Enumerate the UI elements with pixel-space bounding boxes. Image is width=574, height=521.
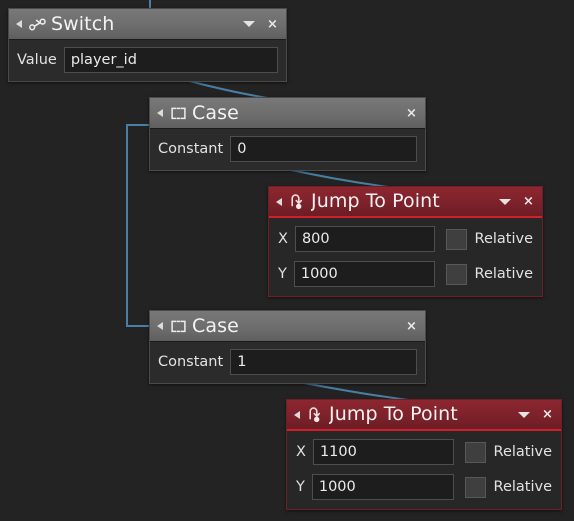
case-bracket-icon (169, 104, 188, 123)
close-icon[interactable]: × (405, 107, 418, 120)
field-label-x: X (296, 444, 306, 460)
node-case-1-title: Case (192, 316, 239, 336)
collapse-triangle-icon[interactable] (157, 322, 163, 330)
node-case-1-body: Constant 1 (150, 342, 425, 383)
field-label-x: X (278, 231, 288, 247)
field-row-y: Y 1000 Relative (278, 261, 533, 287)
node-jump-to-point-0-title: Jump To Point (311, 192, 440, 211)
node-switch-body: Value player_id (9, 40, 286, 81)
y-input[interactable]: 1000 (311, 474, 454, 500)
jump-to-point-icon (288, 192, 307, 211)
field-row-x: X 1100 Relative (296, 439, 552, 465)
relative-x-label: Relative (474, 231, 533, 247)
field-label-constant: Constant (158, 141, 224, 157)
wire-case-0-to-case-1 (126, 124, 149, 327)
chevron-down-icon[interactable] (499, 198, 511, 205)
relative-y-checkbox[interactable] (464, 476, 486, 498)
close-icon[interactable]: × (405, 320, 418, 333)
collapse-triangle-icon[interactable] (157, 109, 163, 117)
node-case-1[interactable]: Case × Constant 1 (149, 310, 426, 384)
constant-input[interactable]: 0 (230, 136, 417, 162)
field-label-value: Value (17, 52, 57, 68)
close-icon[interactable]: × (266, 18, 279, 31)
node-jump-to-point-0-header[interactable]: Jump To Point × (269, 187, 542, 218)
field-label-constant: Constant (158, 354, 224, 370)
chevron-down-icon[interactable] (518, 411, 530, 418)
field-row-value: Value player_id (17, 47, 278, 73)
node-jump-to-point-1-header[interactable]: Jump To Point × (287, 400, 561, 431)
field-row-x: X 800 Relative (278, 226, 533, 252)
node-jump-to-point-1-title: Jump To Point (329, 405, 458, 424)
node-switch-title: Switch (51, 14, 115, 34)
node-case-0[interactable]: Case × Constant 0 (149, 97, 426, 171)
node-switch[interactable]: Switch × Value player_id (8, 8, 287, 82)
node-jump-to-point-1-body: X 1100 Relative Y 1000 Relative (287, 431, 561, 509)
constant-input[interactable]: 1 (230, 349, 417, 375)
close-icon[interactable]: × (522, 195, 535, 208)
x-input[interactable]: 800 (294, 226, 435, 252)
relative-x-label: Relative (493, 444, 552, 460)
y-input[interactable]: 1000 (293, 261, 435, 287)
value-input[interactable]: player_id (63, 47, 278, 73)
node-case-1-header[interactable]: Case × (150, 311, 425, 342)
relative-y-checkbox[interactable] (445, 263, 467, 285)
node-case-0-body: Constant 0 (150, 129, 425, 170)
relative-x-checkbox[interactable] (464, 441, 486, 463)
node-jump-to-point-1[interactable]: Jump To Point × X 1100 Relative Y 1000 R… (286, 399, 562, 510)
switch-icon (28, 15, 47, 34)
node-graph-canvas[interactable]: Switch × Value player_id Case × Constant… (0, 0, 574, 521)
node-jump-to-point-0[interactable]: Jump To Point × X 800 Relative Y 1000 Re… (268, 186, 543, 297)
x-input[interactable]: 1100 (312, 439, 454, 465)
node-switch-header[interactable]: Switch × (9, 9, 286, 40)
collapse-triangle-icon[interactable] (276, 197, 282, 206)
case-bracket-icon (169, 317, 188, 336)
field-row-y: Y 1000 Relative (296, 474, 552, 500)
collapse-triangle-icon[interactable] (294, 410, 300, 419)
node-case-0-title: Case (192, 103, 239, 123)
jump-to-point-icon (306, 405, 325, 424)
node-jump-to-point-0-body: X 800 Relative Y 1000 Relative (269, 218, 542, 296)
field-row-constant: Constant 1 (158, 349, 417, 375)
close-icon[interactable]: × (541, 408, 554, 421)
field-label-y: Y (278, 266, 287, 282)
chevron-down-icon[interactable] (243, 21, 255, 27)
collapse-triangle-icon[interactable] (16, 20, 22, 28)
field-row-constant: Constant 0 (158, 136, 417, 162)
field-label-y: Y (296, 479, 305, 495)
node-case-0-header[interactable]: Case × (150, 98, 425, 129)
relative-y-label: Relative (493, 479, 552, 495)
relative-x-checkbox[interactable] (445, 228, 467, 250)
relative-y-label: Relative (474, 266, 533, 282)
